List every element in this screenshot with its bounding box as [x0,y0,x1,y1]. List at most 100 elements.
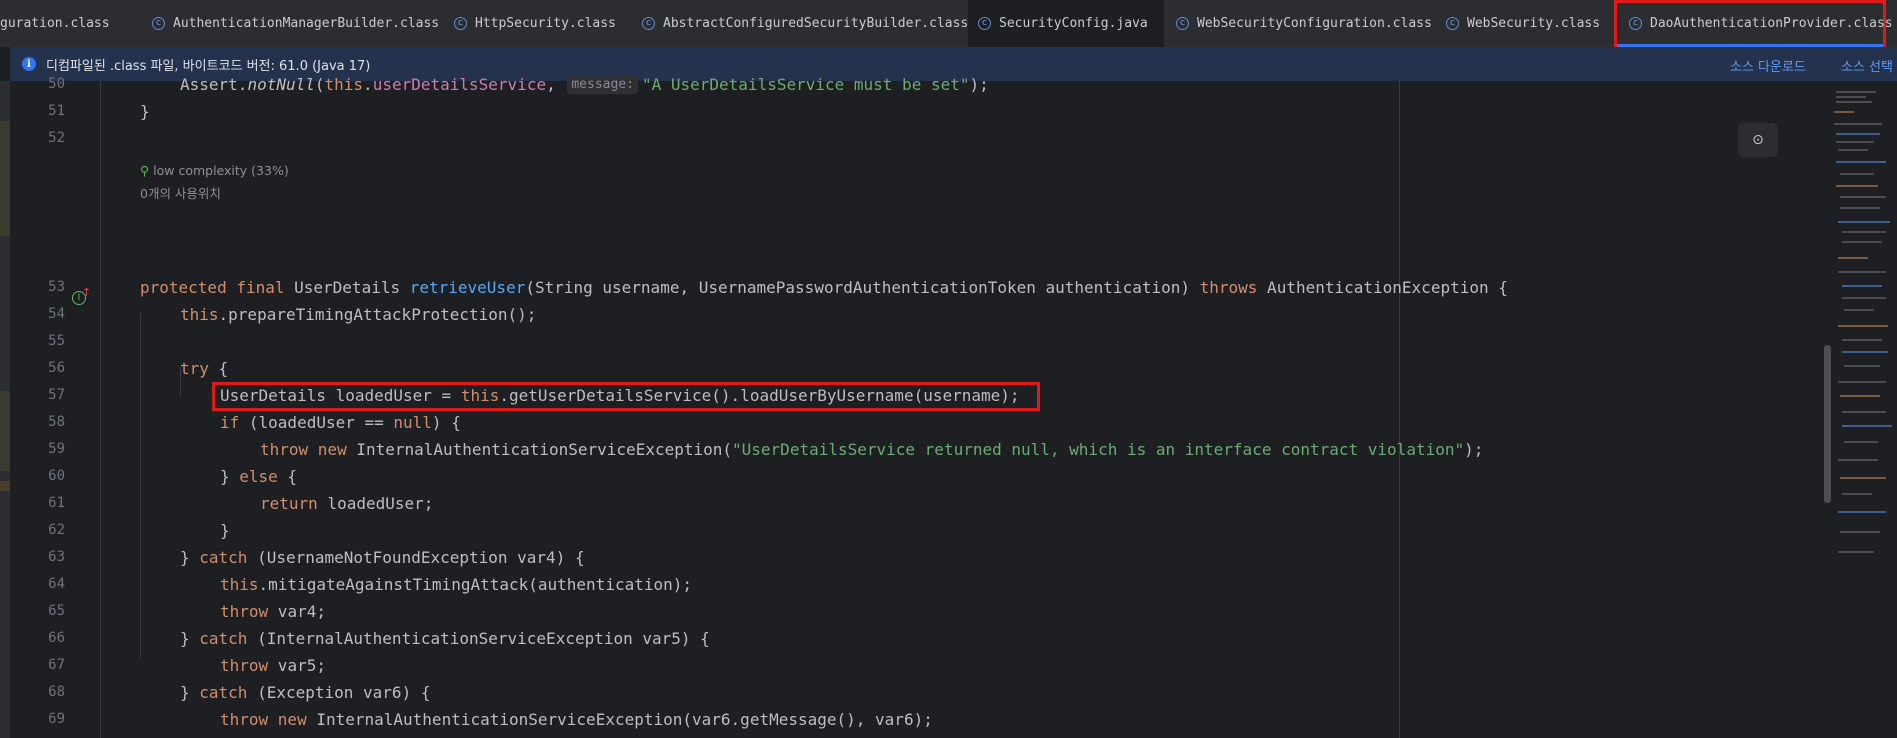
parameter-hint: message: [567,76,638,94]
code-line-66: } catch (InternalAuthenticationServiceEx… [180,629,710,648]
tab-label: SecurityConfig.java [999,16,1148,31]
line-number: 50 [48,76,65,92]
minimap-line [1836,101,1872,103]
tab-web-security[interactable]: c WebSecurity.class [1436,0,1612,47]
minimap-line [1842,411,1886,413]
indent-guide [100,81,101,738]
minimap-line [1836,141,1874,143]
line-number: 57 [48,387,65,403]
tab-authentication-manager-builder[interactable]: c AuthenticationManagerBuilder.class [142,0,439,47]
minimap-line [1844,441,1878,443]
minimap-line [1842,297,1886,299]
line-number: 55 [48,333,65,349]
editor-tab-bar: guration.class c AuthenticationManagerBu… [0,0,1897,48]
ide-window: guration.class c AuthenticationManagerBu… [0,0,1897,738]
line-number: 60 [48,468,65,484]
line-number: 66 [48,630,65,646]
minimap-line [1838,257,1868,259]
override-arrow-icon[interactable]: ↑ [82,286,91,299]
minimap-line [1842,425,1892,427]
strip-mark [0,121,10,236]
line-number: 56 [48,360,65,376]
line-number: 67 [48,657,65,673]
code-line-64: this.mitigateAgainstTimingAttack(authent… [220,575,693,594]
tab-label: AuthenticationManagerBuilder.class [173,16,440,31]
line-number: 65 [48,603,65,619]
minimap-line [1840,477,1886,479]
code-line-63: } catch (UsernameNotFoundException var4)… [180,548,585,567]
class-icon: c [152,17,165,30]
code-minimap[interactable] [1832,81,1897,738]
line-number-gutter: 50 51 52 53 54 55 56 57 58 59 60 61 62 6… [10,76,98,738]
line-number: 58 [48,414,65,430]
tab-guration-class[interactable]: guration.class [0,0,114,47]
minimap-line [1834,123,1882,125]
ai-assistant-button[interactable]: ⊙ [1738,123,1778,157]
minimap-line [1834,111,1854,113]
code-line-67: throw var5; [220,656,326,675]
tab-dao-authentication-provider[interactable]: c DaoAuthenticationProvider.class × [1614,0,1893,47]
minimap-line [1844,365,1880,367]
tab-label: guration.class [0,16,110,31]
minimap-line [1838,551,1874,553]
code-line-53: protected final UserDetails retrieveUser… [140,278,1508,297]
indent-guide [140,313,141,658]
minimap-line [1842,231,1886,233]
line-number: 70 [20,733,65,738]
tab-label: DaoAuthenticationProvider.class [1650,16,1893,31]
tab-security-config-java[interactable]: c SecurityConfig.java [968,0,1164,47]
tab-http-security[interactable]: c HttpSecurity.class [444,0,624,47]
minimap-line [1838,325,1888,327]
minimap-line [1838,381,1886,383]
minimap-line [1842,351,1888,353]
code-line-62: } [220,521,230,540]
line-number: 62 [48,522,65,538]
class-icon: c [1629,17,1642,30]
code-line-68: } catch (Exception var6) { [180,683,431,702]
code-line-58: if (loadedUser == null) { [220,413,461,432]
minimap-line [1842,241,1882,243]
highlight-box [212,382,1040,411]
left-tool-strip [0,81,10,738]
line-number: 54 [48,306,65,322]
usages-hint[interactable]: 0개의 사용위치 [140,184,221,204]
tab-label: WebSecurity.class [1467,16,1601,31]
minimap-line [1838,221,1890,223]
tab-label: HttpSecurity.class [475,16,616,31]
info-icon: i [22,57,36,71]
choose-source-link[interactable]: 소스 선택 [1841,56,1893,75]
minimap-line [1838,271,1886,273]
tab-web-security-configuration[interactable]: c WebSecurityConfiguration.class [1166,0,1436,47]
tab-label: AbstractConfiguredSecurityBuilder.class [663,16,969,31]
line-number: 64 [48,576,65,592]
minimap-line [1840,173,1874,175]
code-line-54: this.prepareTimingAttackProtection(); [180,305,537,324]
code-line-65: throw var4; [220,602,326,621]
minimap-line [1840,207,1880,209]
line-number: 68 [48,684,65,700]
class-icon: c [1446,17,1459,30]
minimap-line [1842,339,1882,341]
class-icon: c [978,17,991,30]
minimap-line [1842,285,1882,287]
minimap-line [1838,149,1868,151]
download-source-link[interactable]: 소스 다운로드 [1730,56,1806,75]
line-number: 61 [48,495,65,511]
class-icon: c [1176,17,1189,30]
minimap-line [1836,161,1886,163]
complexity-text: low complexity (33%) [153,163,289,178]
line-number: 63 [48,549,65,565]
code-line-50: Assert.notNull(this.userDetailsService, … [180,75,989,94]
tab-abstract-configured-security-builder[interactable]: c AbstractConfiguredSecurityBuilder.clas… [632,0,968,47]
code-line-69: throw new InternalAuthenticationServiceE… [220,710,933,729]
complexity-icon: ⚲ [140,163,150,178]
code-line-51: } [140,102,150,121]
code-line-56: try { [180,359,229,378]
code-editor[interactable]: Assert.notNull(this.userDetailsService, … [98,75,1897,738]
minimap-line [1842,493,1872,495]
vertical-scrollbar-thumb[interactable] [1824,345,1831,503]
complexity-hint[interactable]: ⚲ low complexity (33%) [140,161,289,181]
minimap-line [1836,96,1866,98]
strip-mark [0,391,10,471]
minimap-line [1836,91,1876,93]
